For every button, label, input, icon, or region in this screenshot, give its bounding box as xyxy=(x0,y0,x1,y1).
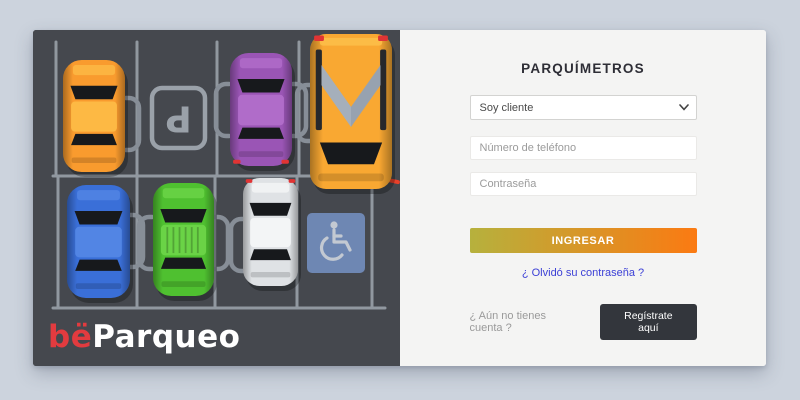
role-select-wrap: Soy cliente xyxy=(470,95,697,120)
car-green xyxy=(153,183,217,301)
brand-logo: bëParqueo xyxy=(48,322,240,353)
svg-text:P: P xyxy=(165,98,191,139)
role-select[interactable]: Soy cliente xyxy=(470,95,697,120)
handicap-sign-icon xyxy=(307,213,365,273)
brand-logo-suffix: Parqueo xyxy=(92,319,240,355)
password-input[interactable] xyxy=(470,172,697,196)
car-orange xyxy=(63,60,128,177)
brand-logo-prefix: bë xyxy=(48,319,92,355)
signup-row: ¿ Aún no tienes cuenta ? Regístrate aquí xyxy=(470,304,697,340)
login-card: P bëParqueo PARQUÍMETROS Soy cliente ING… xyxy=(33,30,766,366)
signup-prompt: ¿ Aún no tienes cuenta ? xyxy=(470,310,576,334)
page: { "page": { "background": "#ccd3dd" }, "… xyxy=(0,0,800,400)
forgot-password-link[interactable]: ¿ Olvidó su contraseña ? xyxy=(470,267,697,279)
login-form: Soy cliente INGRESAR ¿ Olvidó su contras… xyxy=(470,95,697,340)
car-purple xyxy=(230,53,295,171)
page-title: PARQUÍMETROS xyxy=(521,61,645,76)
login-form-panel: PARQUÍMETROS Soy cliente INGRESAR ¿ Olvi… xyxy=(400,30,766,366)
signup-button[interactable]: Regístrate aquí xyxy=(600,304,696,340)
login-button[interactable]: INGRESAR xyxy=(470,228,697,253)
parking-illustration-panel: P bëParqueo xyxy=(33,30,400,366)
parking-illustration: P xyxy=(33,30,400,366)
car-white xyxy=(243,178,301,291)
car-blue xyxy=(67,185,133,303)
phone-input[interactable] xyxy=(470,136,697,160)
van-yellow xyxy=(310,34,395,194)
